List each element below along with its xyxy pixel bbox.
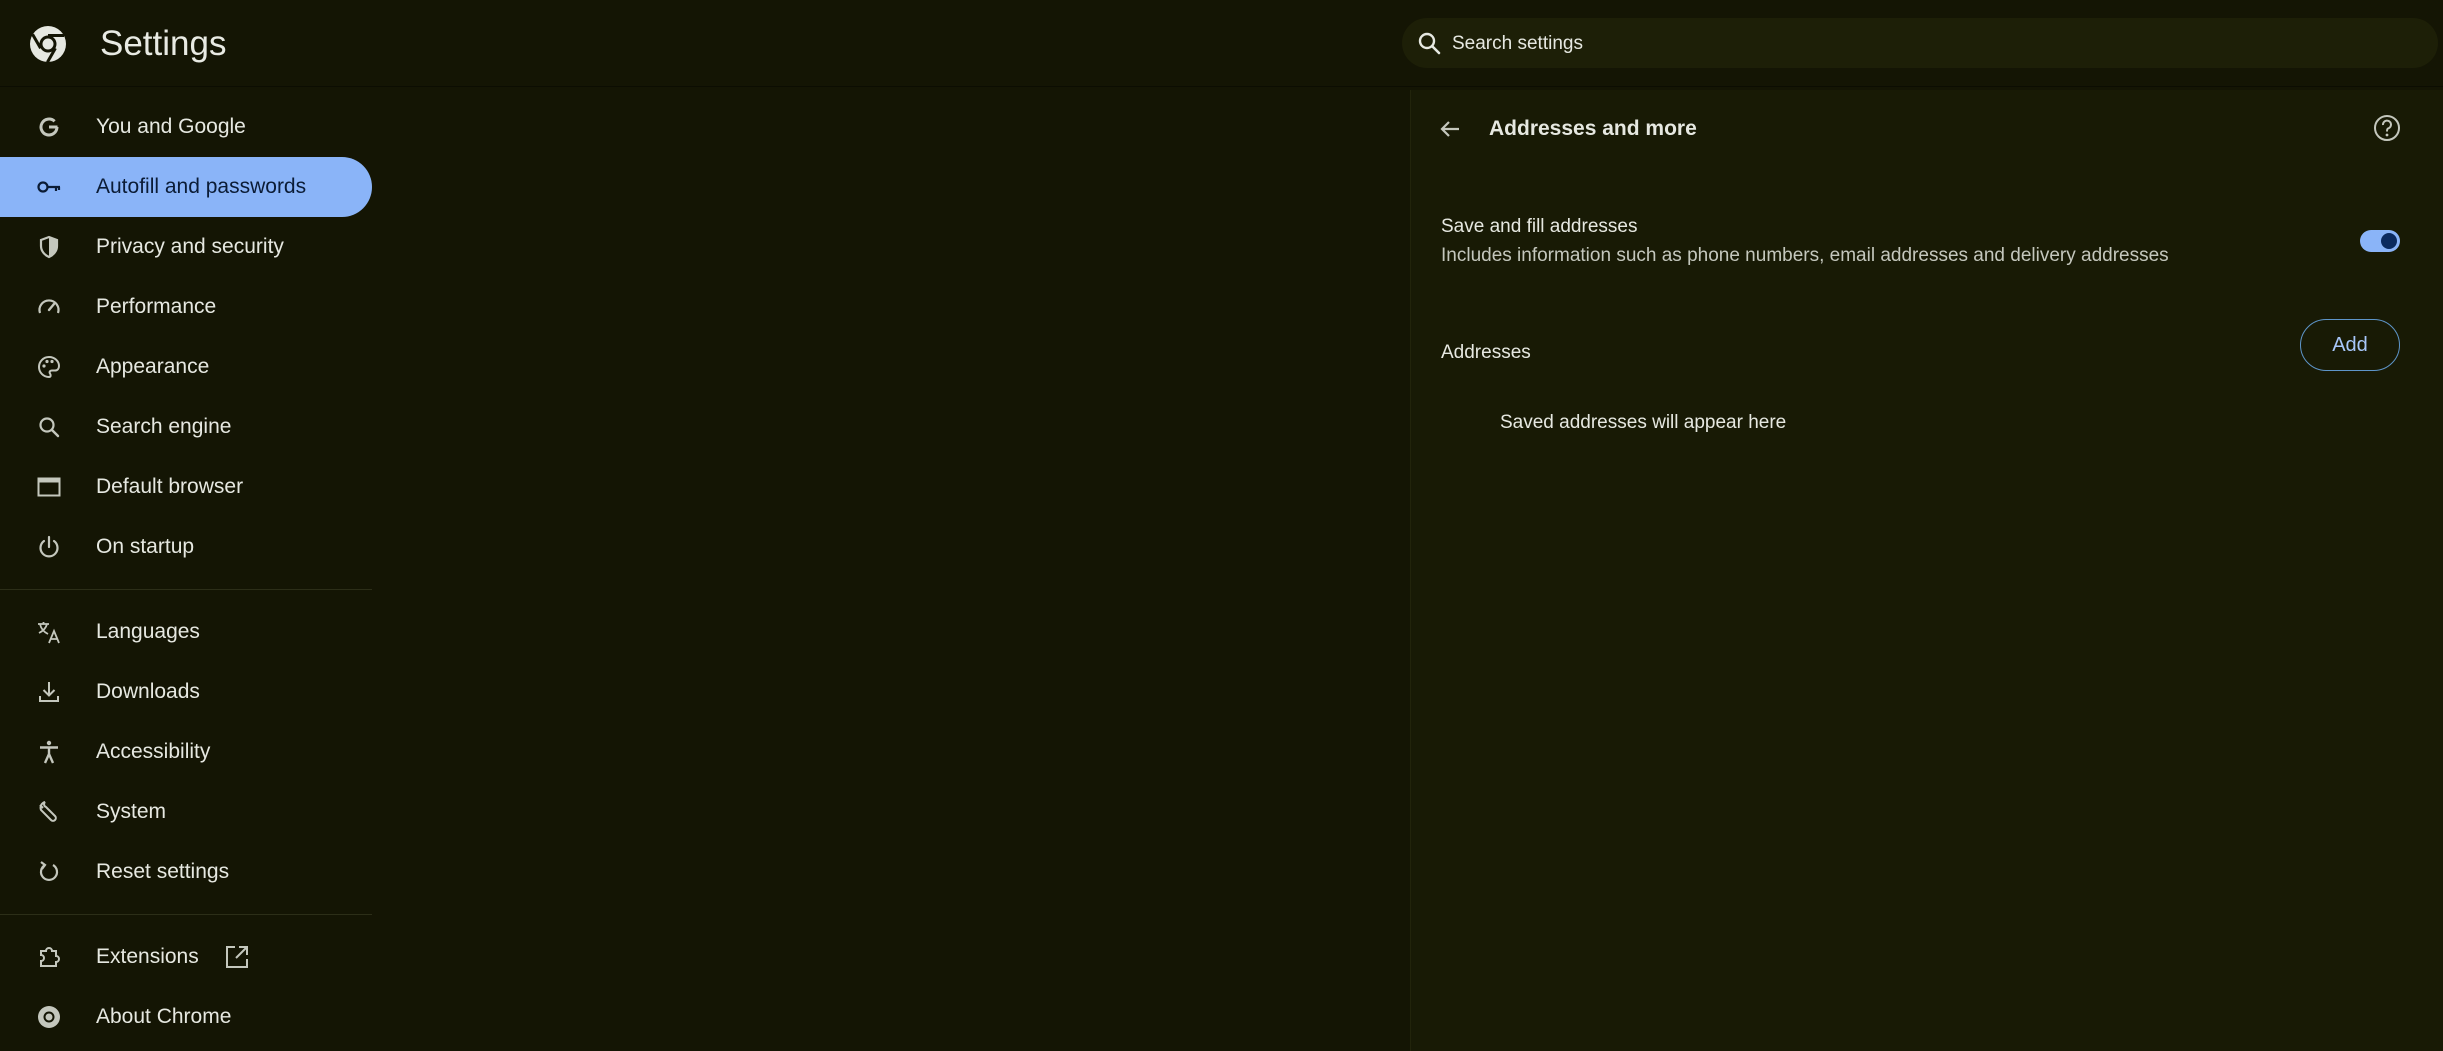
sidebar-item-label: System	[96, 800, 167, 823]
panel-title: Addresses and more	[1489, 117, 1697, 140]
sidebar-item-label: Reset settings	[96, 860, 230, 883]
sidebar-item-label: Privacy and security	[96, 235, 284, 258]
sidebar-divider	[0, 589, 372, 590]
sidebar-item-about-chrome[interactable]: About Chrome	[0, 987, 372, 1047]
sidebar-item-label: Default browser	[96, 475, 244, 498]
search-icon	[1416, 30, 1442, 56]
sidebar-item-privacy-and-security[interactable]: Privacy and security	[0, 217, 372, 277]
google-g-icon	[36, 114, 62, 140]
sidebar-item-label: Appearance	[96, 355, 210, 378]
shield-icon	[36, 234, 62, 260]
sidebar-item-languages[interactable]: Languages	[0, 602, 372, 662]
sidebar-item-label: You and Google	[96, 115, 246, 138]
reset-icon	[36, 859, 62, 885]
header-bar: Settings	[0, 0, 2443, 87]
sidebar-item-autofill-and-passwords[interactable]: Autofill and passwords	[0, 157, 372, 217]
sidebar-item-label: Autofill and passwords	[96, 175, 307, 198]
sidebar-item-appearance[interactable]: Appearance	[0, 337, 372, 397]
sidebar-item-system[interactable]: System	[0, 782, 372, 842]
translate-icon	[36, 619, 62, 645]
addresses-section-title: Addresses	[1441, 342, 1531, 363]
sidebar-divider	[0, 914, 372, 915]
puzzle-icon	[36, 944, 62, 970]
addresses-panel: Addresses and more Save and fill address…	[1410, 90, 2443, 1051]
save-fill-title: Save and fill addresses	[1441, 216, 1638, 237]
sidebar-item-performance[interactable]: Performance	[0, 277, 372, 337]
sidebar-nav: You and Google Autofill and passwords Pr…	[0, 86, 380, 1051]
sidebar-item-extensions[interactable]: Extensions	[0, 927, 372, 987]
sidebar-item-downloads[interactable]: Downloads	[0, 662, 372, 722]
add-address-button[interactable]: Add	[2300, 319, 2400, 371]
toggle-knob	[2381, 233, 2397, 249]
help-icon[interactable]	[2371, 112, 2403, 144]
sidebar-item-label: On startup	[96, 535, 195, 558]
page-title: Settings	[100, 24, 227, 63]
save-fill-description: Includes information such as phone numbe…	[1441, 245, 2169, 266]
chrome-logo-icon	[28, 24, 68, 64]
magnifier-icon	[36, 414, 62, 440]
sidebar-item-label: Accessibility	[96, 740, 211, 763]
sidebar-item-default-browser[interactable]: Default browser	[0, 457, 372, 517]
browser-window-icon	[36, 474, 62, 500]
back-arrow-icon[interactable]	[1435, 114, 1465, 144]
sidebar-item-on-startup[interactable]: On startup	[0, 517, 372, 577]
settings-window: Settings You and Google	[0, 0, 2443, 1051]
sidebar-item-label: About Chrome	[96, 1005, 232, 1028]
sidebar-item-label: Extensions	[96, 945, 199, 968]
sidebar-item-you-and-google[interactable]: You and Google	[0, 97, 372, 157]
palette-icon	[36, 354, 62, 380]
accessibility-icon	[36, 739, 62, 765]
search-box[interactable]	[1402, 18, 2438, 68]
sidebar-item-label: Performance	[96, 295, 217, 318]
save-fill-toggle[interactable]	[2360, 230, 2400, 252]
sidebar-item-label: Languages	[96, 620, 200, 643]
speedometer-icon	[36, 294, 62, 320]
sidebar-item-accessibility[interactable]: Accessibility	[0, 722, 372, 782]
sidebar-item-label: Downloads	[96, 680, 200, 703]
search-input[interactable]	[1450, 26, 2354, 62]
sidebar-item-label: Search engine	[96, 415, 232, 438]
empty-addresses-message: Saved addresses will appear here	[1500, 412, 1787, 433]
sidebar-item-reset-settings[interactable]: Reset settings	[0, 842, 372, 902]
chrome-icon	[36, 1004, 62, 1030]
download-icon	[36, 679, 62, 705]
power-icon	[36, 534, 62, 560]
wrench-icon	[36, 799, 62, 825]
sidebar-item-search-engine[interactable]: Search engine	[0, 397, 372, 457]
key-icon	[36, 174, 62, 200]
external-link-icon	[224, 944, 250, 970]
